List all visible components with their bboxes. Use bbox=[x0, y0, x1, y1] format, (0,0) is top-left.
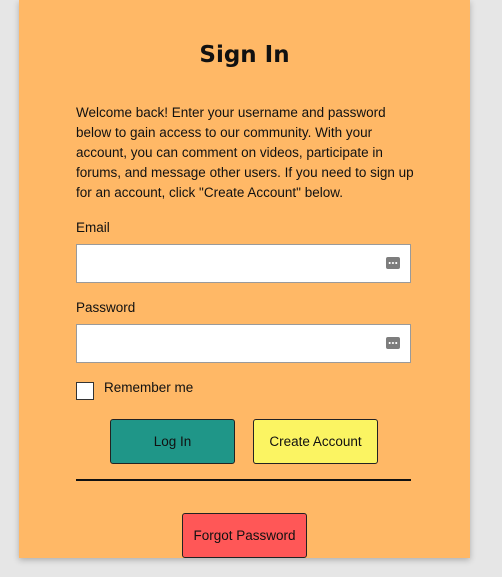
password-field[interactable] bbox=[83, 326, 382, 363]
remember-me-checkbox[interactable] bbox=[76, 382, 94, 400]
create-account-button[interactable]: Create Account bbox=[253, 419, 378, 464]
email-label: Email bbox=[76, 220, 110, 235]
password-label: Password bbox=[76, 300, 136, 315]
password-manager-key-icon[interactable] bbox=[386, 337, 400, 349]
password-field-box[interactable] bbox=[76, 324, 411, 363]
signin-card: Sign In Welcome back! Enter your usernam… bbox=[19, 0, 470, 558]
email-field[interactable] bbox=[83, 246, 382, 283]
password-manager-key-icon[interactable] bbox=[386, 257, 400, 269]
page-title: Sign In bbox=[199, 42, 290, 68]
forgot-password-button[interactable]: Forgot Password bbox=[182, 513, 307, 558]
divider bbox=[76, 479, 411, 481]
remember-me-label[interactable]: Remember me bbox=[104, 380, 193, 395]
email-field-box[interactable] bbox=[76, 244, 411, 283]
intro-text: Welcome back! Enter your username and pa… bbox=[76, 105, 414, 200]
login-button[interactable]: Log In bbox=[110, 419, 235, 464]
